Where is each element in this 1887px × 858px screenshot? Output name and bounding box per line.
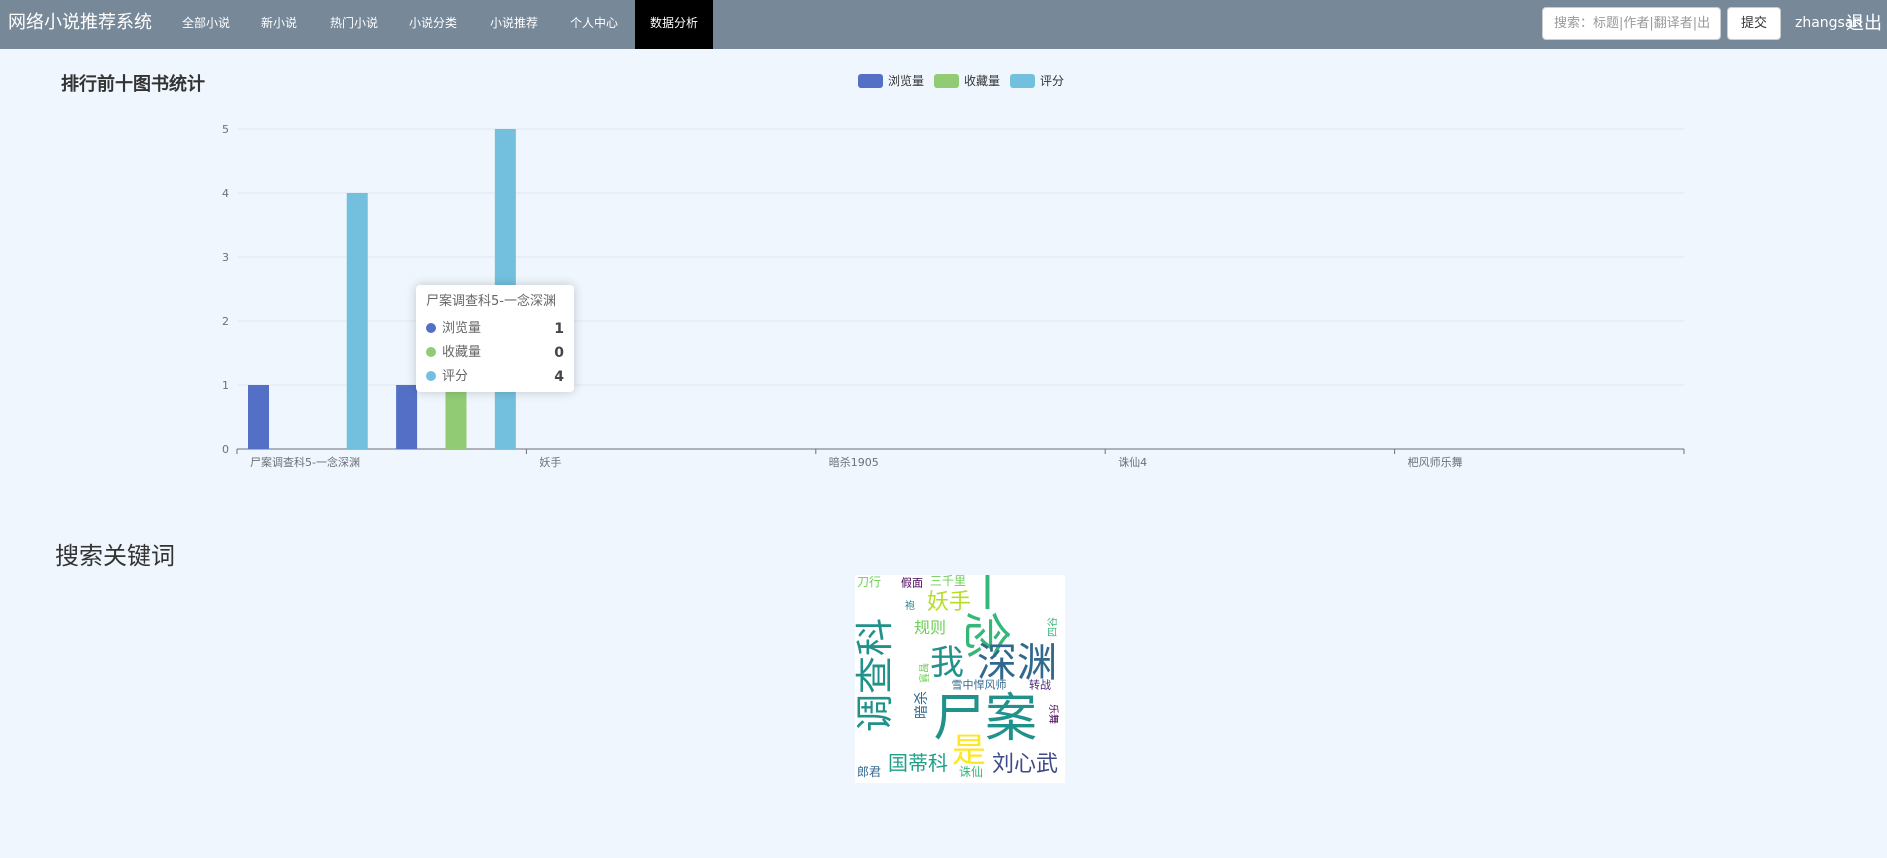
- wordcloud-word: 调查科: [855, 617, 897, 733]
- nav-hot-novels[interactable]: 热门小说: [315, 0, 393, 49]
- wordcloud-word: 国蒂科: [888, 751, 948, 775]
- y-tick-label: 0: [222, 443, 229, 456]
- x-tick-label: 杷风师乐舞: [1408, 455, 1463, 469]
- brand-title[interactable]: 网络小说推荐系统: [8, 0, 152, 49]
- legend-swatch: [1010, 74, 1035, 88]
- bar: [346, 193, 368, 449]
- keywords-title: 搜索关键词: [55, 542, 175, 570]
- chart-tooltip: 尸案调查科5-一念深渊 浏览量 1 收藏量 0 评分 4: [416, 285, 574, 392]
- legend-swatch: [934, 74, 959, 88]
- nav-novel-recommend[interactable]: 小说推荐: [475, 0, 553, 49]
- tooltip-row: 浏览量 1: [426, 317, 564, 341]
- tooltip-row: 评分 4: [426, 365, 564, 389]
- x-tick-label: 妖手: [539, 455, 561, 469]
- series-dot-icon: [426, 370, 436, 381]
- bar-chart: 012345尸案调查科5-一念深渊 妖手 暗杀1905 诛仙4 杷风师乐舞浏览量 收藏量评…: [222, 73, 1685, 469]
- legend-label: 收藏量: [964, 74, 1000, 88]
- tooltip-value: 0: [554, 345, 564, 361]
- y-tick-label: 2: [222, 315, 229, 328]
- nav-data-analysis[interactable]: 数据分析: [635, 0, 713, 49]
- wordcloud-word: 诛仙: [958, 765, 984, 779]
- series-dot-icon: [426, 322, 436, 333]
- nav-new-novels[interactable]: 新小说: [246, 0, 312, 49]
- wordcloud-word: 刘心武: [991, 752, 1059, 777]
- wordcloud-word: 暗杀: [914, 691, 930, 719]
- tooltip-label: 评分: [442, 369, 469, 384]
- wordcloud-word: 深渊: [977, 640, 1057, 686]
- wordcloud-word: 雪中悍风师: [951, 678, 1007, 692]
- logout-link[interactable]: 退出: [1846, 0, 1882, 47]
- wordcloud-word: 假面: [901, 576, 923, 590]
- bar: [248, 385, 269, 449]
- nav-all-novels[interactable]: 全部小说: [167, 0, 245, 49]
- tooltip-value: 1: [554, 321, 564, 337]
- keyword-wordcloud: 调查科 一念 尸案 深渊我妖手是刘心武 国蒂科 规则 刀行 假面 三千里 雪中悍风师 转战 暗杀 诛仙郎…: [855, 575, 1065, 783]
- y-tick-label: 1: [222, 379, 229, 392]
- wordcloud-word: 转战: [1029, 678, 1051, 692]
- y-tick-label: 5: [222, 123, 229, 136]
- wordcloud-word: 乐舞: [1047, 704, 1058, 724]
- legend-label: 评分: [1040, 74, 1064, 88]
- wordcloud-word: 智慧: [917, 663, 928, 683]
- tooltip-value: 4: [554, 369, 564, 385]
- legend-label: 浏览量: [888, 73, 924, 88]
- wordcloud-word: 规则: [913, 618, 947, 637]
- wordcloud-word: 刀行: [856, 575, 882, 589]
- y-tick-label: 4: [222, 187, 229, 200]
- tooltip-row: 收藏量 0: [426, 341, 564, 365]
- wordcloud-word: 妖手: [926, 590, 972, 615]
- nav-novel-categories[interactable]: 小说分类: [394, 0, 472, 49]
- bar: [445, 385, 467, 449]
- legend-swatch: [858, 74, 883, 88]
- tooltip-title: 尸案调查科5-一念深渊: [426, 294, 556, 309]
- wordcloud-word: 四谷: [1048, 617, 1059, 637]
- bar: [396, 385, 418, 449]
- series-dot-icon: [426, 346, 436, 357]
- x-tick-label: 暗杀1905: [829, 455, 879, 469]
- top-navbar: 网络小说推荐系统 全部小说 新小说 热门小说 小说分类 小说推荐 个人中心 数据…: [0, 0, 1887, 49]
- search-input[interactable]: [1542, 7, 1721, 40]
- nav-personal-center[interactable]: 个人中心: [555, 0, 633, 49]
- tooltip-label: 浏览量: [442, 321, 482, 336]
- wordcloud-word: 袍: [905, 601, 915, 612]
- submit-button[interactable]: 提交: [1727, 7, 1781, 40]
- wordcloud-word: 郎君: [856, 765, 882, 779]
- wordcloud-word: 三千里: [929, 575, 967, 588]
- y-tick-label: 3: [222, 251, 229, 264]
- x-tick-label: 诛仙4: [1118, 456, 1147, 469]
- x-tick-label: 尸案调查科5-一念深渊: [250, 455, 360, 469]
- wordcloud-word: 我: [930, 643, 964, 683]
- wordcloud-word: 是: [952, 731, 986, 771]
- tooltip-label: 收藏量: [442, 345, 482, 360]
